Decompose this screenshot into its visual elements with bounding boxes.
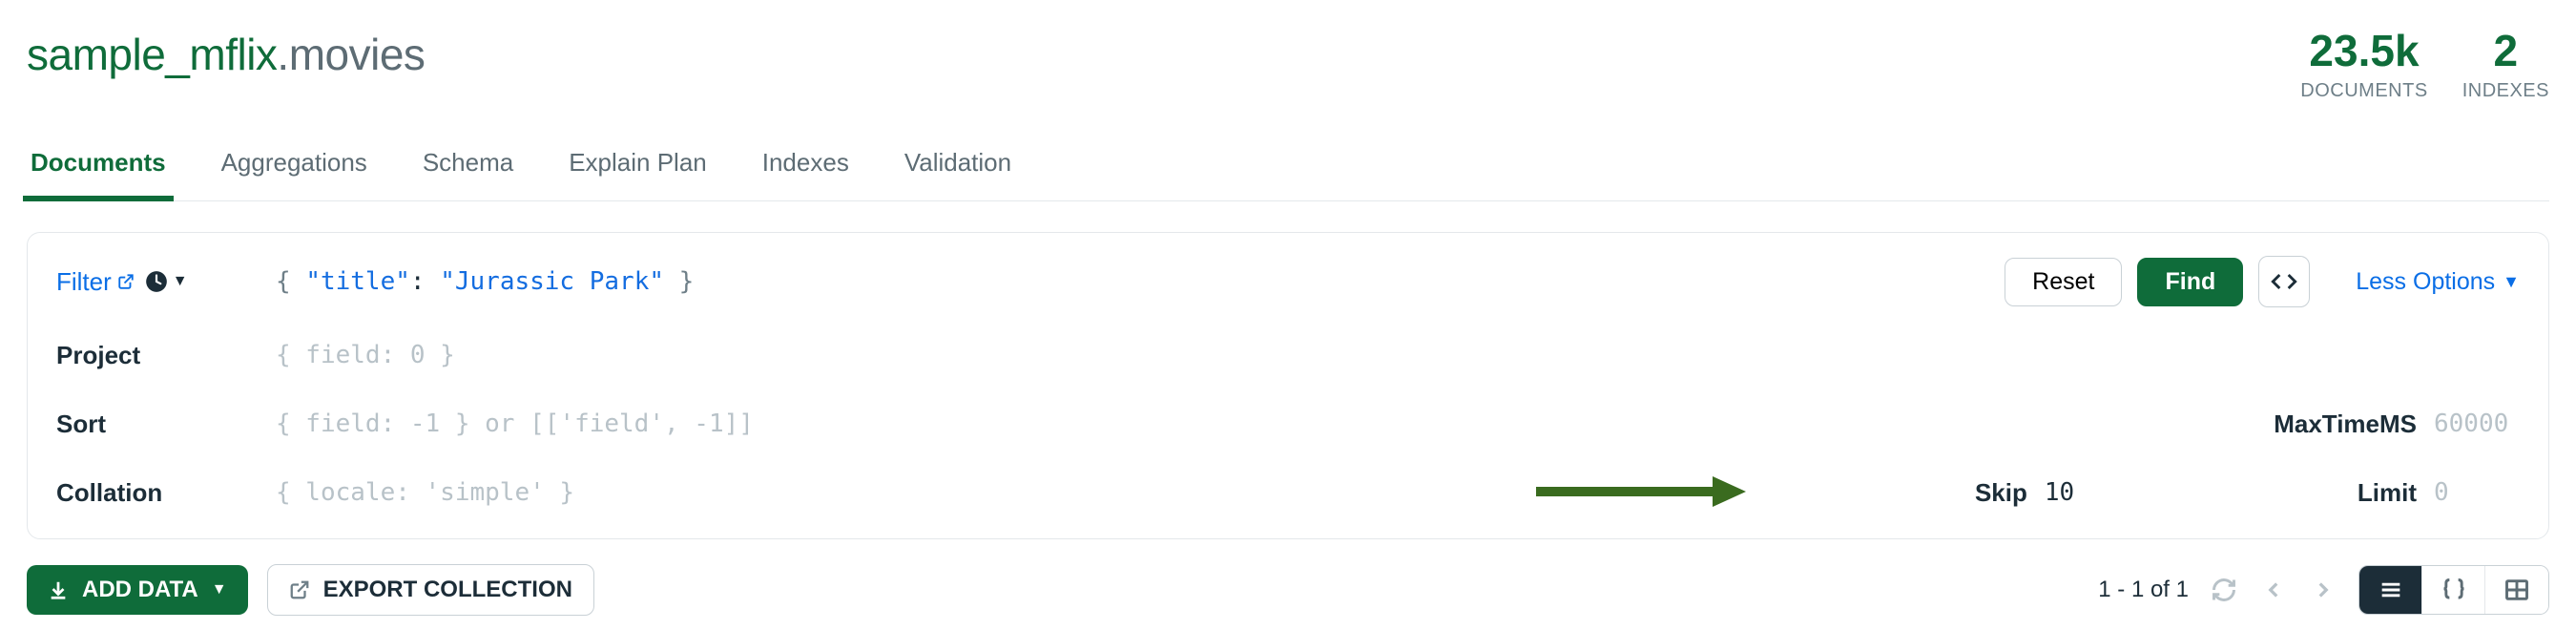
tab-documents[interactable]: Documents: [31, 148, 166, 200]
add-data-button[interactable]: ADD DATA ▼: [27, 565, 248, 615]
tab-explain-plan[interactable]: Explain Plan: [569, 148, 707, 200]
find-button[interactable]: Find: [2137, 258, 2243, 306]
query-panel: Filter ▼ { "title": "Jurassic Park" } Re…: [27, 232, 2549, 539]
project-row: Project { field: 0 }: [56, 334, 2520, 376]
stat-indexes-value: 2: [2494, 29, 2519, 73]
collection-title: sample_mflix.movies: [27, 29, 425, 80]
view-mode-toggle: [2358, 565, 2549, 615]
skip-limit-group: Skip 10 Limit 0: [1975, 478, 2520, 508]
project-input[interactable]: { field: 0 }: [276, 341, 455, 369]
maxtime-group: MaxTimeMS 60000: [2274, 410, 2520, 439]
sort-row: Sort { field: -1 } or [['field', -1]] Ma…: [56, 403, 2520, 445]
stat-indexes-label: INDEXES: [2462, 80, 2549, 102]
database-name: sample_mflix: [27, 30, 277, 79]
tab-validation[interactable]: Validation: [904, 148, 1011, 200]
export-collection-button[interactable]: EXPORT COLLECTION: [267, 564, 594, 616]
tab-indexes[interactable]: Indexes: [762, 148, 849, 200]
toggle-query-syntax-button[interactable]: [2258, 256, 2310, 307]
chevron-right-icon: [2311, 578, 2336, 602]
reset-button[interactable]: Reset: [2005, 258, 2122, 306]
sort-label: Sort: [56, 410, 276, 439]
list-icon: [2378, 577, 2404, 603]
collection-name: .movies: [277, 30, 425, 79]
download-icon: [48, 579, 69, 600]
tab-schema[interactable]: Schema: [423, 148, 513, 200]
project-label: Project: [56, 341, 276, 370]
collection-header: sample_mflix.movies 23.5k DOCUMENTS 2 IN…: [27, 29, 2549, 102]
maxtime-input[interactable]: 60000: [2434, 410, 2520, 438]
collection-stats: 23.5k DOCUMENTS 2 INDEXES: [2300, 29, 2549, 102]
pager-text: 1 - 1 of 1: [2098, 577, 2189, 603]
braces-icon: [2441, 577, 2467, 603]
collation-row: Collation { locale: 'simple' } Skip 10 L…: [56, 472, 2520, 514]
tab-aggregations[interactable]: Aggregations: [221, 148, 367, 200]
filter-actions: Reset Find Less Options ▼: [2005, 256, 2520, 307]
skip-label: Skip: [1975, 478, 2027, 508]
collation-label: Collation: [56, 478, 276, 508]
view-table-button[interactable]: [2485, 566, 2548, 614]
filter-row: Filter ▼ { "title": "Jurassic Park" } Re…: [56, 256, 2520, 307]
collection-tabs: Documents Aggregations Schema Explain Pl…: [27, 148, 2549, 201]
stat-documents-label: DOCUMENTS: [2300, 80, 2427, 102]
export-collection-label: EXPORT COLLECTION: [323, 577, 572, 603]
skip-input[interactable]: 10: [2045, 478, 2130, 507]
filter-label-text: Filter: [56, 267, 112, 297]
stat-documents-value: 23.5k: [2309, 29, 2419, 73]
view-list-button[interactable]: [2359, 566, 2422, 614]
refresh-button[interactable]: [2210, 576, 2238, 604]
options-toggle-text: Less Options: [2356, 268, 2495, 296]
refresh-icon: [2211, 577, 2237, 603]
view-json-button[interactable]: [2422, 566, 2485, 614]
external-link-icon: [117, 273, 135, 290]
documents-toolbar: ADD DATA ▼ EXPORT COLLECTION 1 - 1 of 1: [27, 564, 2549, 616]
maxtime-label: MaxTimeMS: [2274, 410, 2417, 439]
chevron-left-icon: [2261, 578, 2286, 602]
stat-documents: 23.5k DOCUMENTS: [2300, 29, 2427, 102]
chevron-down-icon: ▼: [173, 273, 188, 290]
code-icon: [2271, 268, 2297, 295]
sort-input[interactable]: { field: -1 } or [['field', -1]]: [276, 410, 754, 438]
chevron-down-icon: ▼: [212, 581, 227, 598]
filter-input[interactable]: { "title": "Jurassic Park" }: [276, 267, 694, 296]
next-page-button[interactable]: [2309, 576, 2337, 604]
pager-group: 1 - 1 of 1: [2098, 565, 2549, 615]
history-dropdown[interactable]: ▼: [144, 269, 188, 294]
prev-page-button[interactable]: [2259, 576, 2288, 604]
collation-input[interactable]: { locale: 'simple' }: [276, 478, 574, 507]
table-icon: [2503, 577, 2530, 603]
clock-icon: [144, 269, 169, 294]
chevron-down-icon: ▼: [2503, 272, 2520, 292]
limit-label: Limit: [2358, 478, 2417, 508]
stat-indexes: 2 INDEXES: [2462, 29, 2549, 102]
filter-label-group: Filter ▼: [56, 267, 276, 297]
export-icon: [289, 579, 310, 600]
limit-input[interactable]: 0: [2434, 478, 2520, 507]
add-data-label: ADD DATA: [82, 577, 198, 603]
filter-label[interactable]: Filter: [56, 267, 135, 297]
options-toggle[interactable]: Less Options ▼: [2356, 268, 2520, 296]
